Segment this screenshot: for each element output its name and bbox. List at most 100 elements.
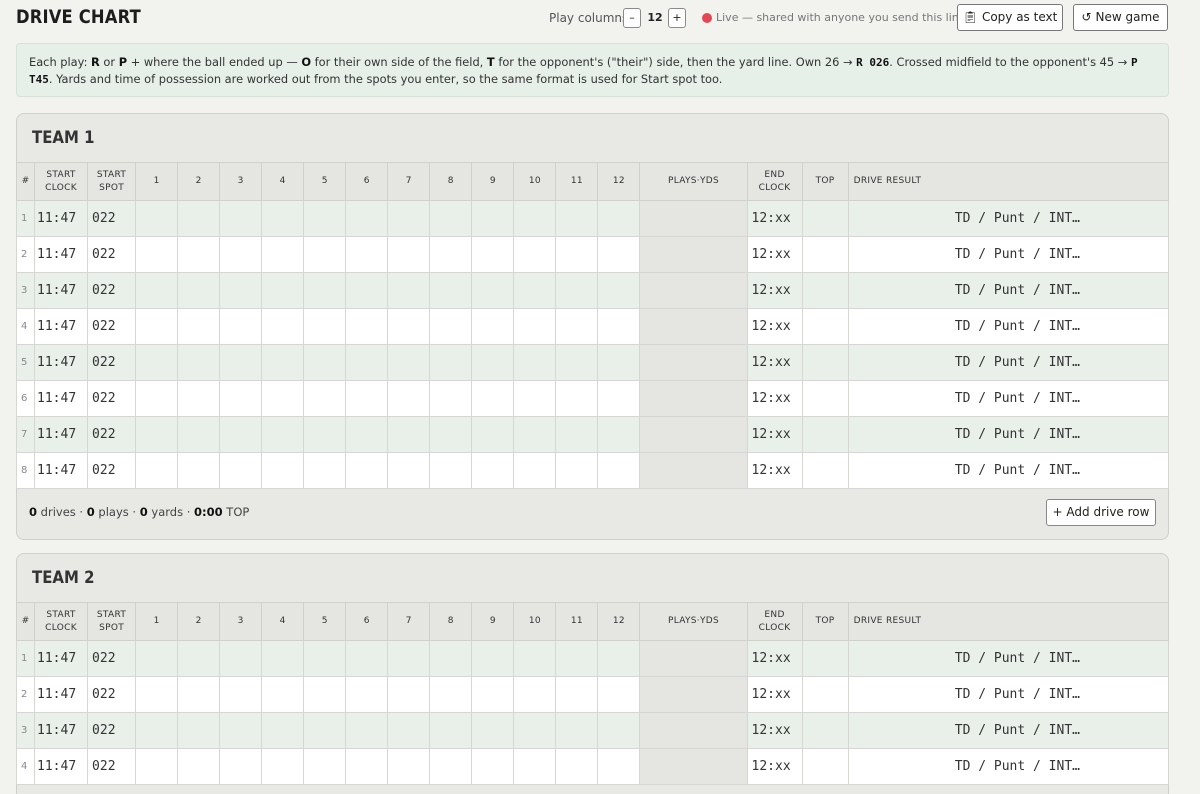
play-10-cell[interactable] — [513, 344, 557, 381]
start-spot-cell[interactable]: 022 — [87, 676, 137, 713]
play-7-cell[interactable] — [387, 272, 431, 309]
play-8-cell[interactable] — [429, 748, 473, 785]
play-10-cell[interactable] — [513, 452, 557, 489]
start-spot-cell[interactable]: 022 — [87, 416, 137, 453]
play-2-cell[interactable] — [177, 380, 221, 417]
play-11-cell[interactable] — [555, 344, 599, 381]
start-clock-cell[interactable]: 11:47 — [34, 380, 89, 417]
start-clock-cell[interactable]: 11:47 — [34, 676, 89, 713]
play-11-cell[interactable] — [555, 676, 599, 713]
play-2-cell[interactable] — [177, 748, 221, 785]
play-6-cell[interactable] — [345, 452, 389, 489]
team-1-add-drive-row-button[interactable]: + Add drive row — [1046, 499, 1156, 526]
play-11-cell[interactable] — [555, 308, 599, 345]
play-9-cell[interactable] — [471, 676, 515, 713]
play-7-cell[interactable] — [387, 200, 431, 237]
start-clock-cell[interactable]: 11:47 — [34, 640, 89, 677]
play-5-cell[interactable] — [303, 416, 347, 453]
end-clock-cell[interactable]: 12:xx — [746, 640, 803, 677]
play-5-cell[interactable] — [303, 748, 347, 785]
play-1-cell[interactable] — [135, 676, 179, 713]
drive-result-cell[interactable]: TD / Punt / INT… — [847, 640, 1170, 677]
play-12-cell[interactable] — [597, 452, 641, 489]
drive-result-cell[interactable]: TD / Punt / INT… — [847, 712, 1170, 749]
drive-result-cell[interactable]: TD / Punt / INT… — [847, 416, 1170, 453]
play-12-cell[interactable] — [597, 712, 641, 749]
play-2-cell[interactable] — [177, 308, 221, 345]
play-12-cell[interactable] — [597, 308, 641, 345]
play-9-cell[interactable] — [471, 452, 515, 489]
play-6-cell[interactable] — [345, 380, 389, 417]
start-spot-cell[interactable]: 022 — [87, 380, 137, 417]
play-9-cell[interactable] — [471, 200, 515, 237]
play-12-cell[interactable] — [597, 748, 641, 785]
play-1-cell[interactable] — [135, 640, 179, 677]
play-9-cell[interactable] — [471, 308, 515, 345]
end-clock-cell[interactable]: 12:xx — [746, 452, 803, 489]
play-10-cell[interactable] — [513, 308, 557, 345]
play-4-cell[interactable] — [261, 640, 305, 677]
play-9-cell[interactable] — [471, 236, 515, 273]
play-6-cell[interactable] — [345, 712, 389, 749]
play-8-cell[interactable] — [429, 676, 473, 713]
play-10-cell[interactable] — [513, 416, 557, 453]
play-9-cell[interactable] — [471, 748, 515, 785]
play-7-cell[interactable] — [387, 676, 431, 713]
start-clock-cell[interactable]: 11:47 — [34, 200, 89, 237]
play-8-cell[interactable] — [429, 272, 473, 309]
play-7-cell[interactable] — [387, 236, 431, 273]
play-4-cell[interactable] — [261, 272, 305, 309]
play-1-cell[interactable] — [135, 236, 179, 273]
drive-result-cell[interactable]: TD / Punt / INT… — [847, 272, 1170, 309]
play-9-cell[interactable] — [471, 712, 515, 749]
play-2-cell[interactable] — [177, 344, 221, 381]
play-9-cell[interactable] — [471, 640, 515, 677]
play-8-cell[interactable] — [429, 344, 473, 381]
play-5-cell[interactable] — [303, 640, 347, 677]
play-6-cell[interactable] — [345, 676, 389, 713]
play-11-cell[interactable] — [555, 748, 599, 785]
play-3-cell[interactable] — [219, 308, 263, 345]
play-11-cell[interactable] — [555, 200, 599, 237]
play-6-cell[interactable] — [345, 416, 389, 453]
play-12-cell[interactable] — [597, 200, 641, 237]
drive-result-cell[interactable]: TD / Punt / INT… — [847, 676, 1170, 713]
play-10-cell[interactable] — [513, 272, 557, 309]
play-8-cell[interactable] — [429, 380, 473, 417]
drive-result-cell[interactable]: TD / Punt / INT… — [847, 308, 1170, 345]
play-7-cell[interactable] — [387, 308, 431, 345]
end-clock-cell[interactable]: 12:xx — [746, 308, 803, 345]
start-spot-cell[interactable]: 022 — [87, 200, 137, 237]
play-8-cell[interactable] — [429, 308, 473, 345]
play-7-cell[interactable] — [387, 640, 431, 677]
play-2-cell[interactable] — [177, 200, 221, 237]
play-3-cell[interactable] — [219, 380, 263, 417]
start-clock-cell[interactable]: 11:47 — [34, 236, 89, 273]
play-6-cell[interactable] — [345, 308, 389, 345]
play-2-cell[interactable] — [177, 640, 221, 677]
start-spot-cell[interactable]: 022 — [87, 344, 137, 381]
play-1-cell[interactable] — [135, 344, 179, 381]
end-clock-cell[interactable]: 12:xx — [746, 200, 803, 237]
play-7-cell[interactable] — [387, 344, 431, 381]
play-5-cell[interactable] — [303, 344, 347, 381]
drive-result-cell[interactable]: TD / Punt / INT… — [847, 236, 1170, 273]
start-clock-cell[interactable]: 11:47 — [34, 308, 89, 345]
play-3-cell[interactable] — [219, 236, 263, 273]
play-9-cell[interactable] — [471, 344, 515, 381]
play-9-cell[interactable] — [471, 380, 515, 417]
play-9-cell[interactable] — [471, 416, 515, 453]
play-3-cell[interactable] — [219, 748, 263, 785]
play-6-cell[interactable] — [345, 272, 389, 309]
play-5-cell[interactable] — [303, 452, 347, 489]
play-3-cell[interactable] — [219, 416, 263, 453]
play-7-cell[interactable] — [387, 712, 431, 749]
end-clock-cell[interactable]: 12:xx — [746, 748, 803, 785]
play-12-cell[interactable] — [597, 380, 641, 417]
play-3-cell[interactable] — [219, 272, 263, 309]
play-8-cell[interactable] — [429, 712, 473, 749]
start-spot-cell[interactable]: 022 — [87, 452, 137, 489]
start-clock-cell[interactable]: 11:47 — [34, 712, 89, 749]
play-5-cell[interactable] — [303, 272, 347, 309]
play-10-cell[interactable] — [513, 712, 557, 749]
